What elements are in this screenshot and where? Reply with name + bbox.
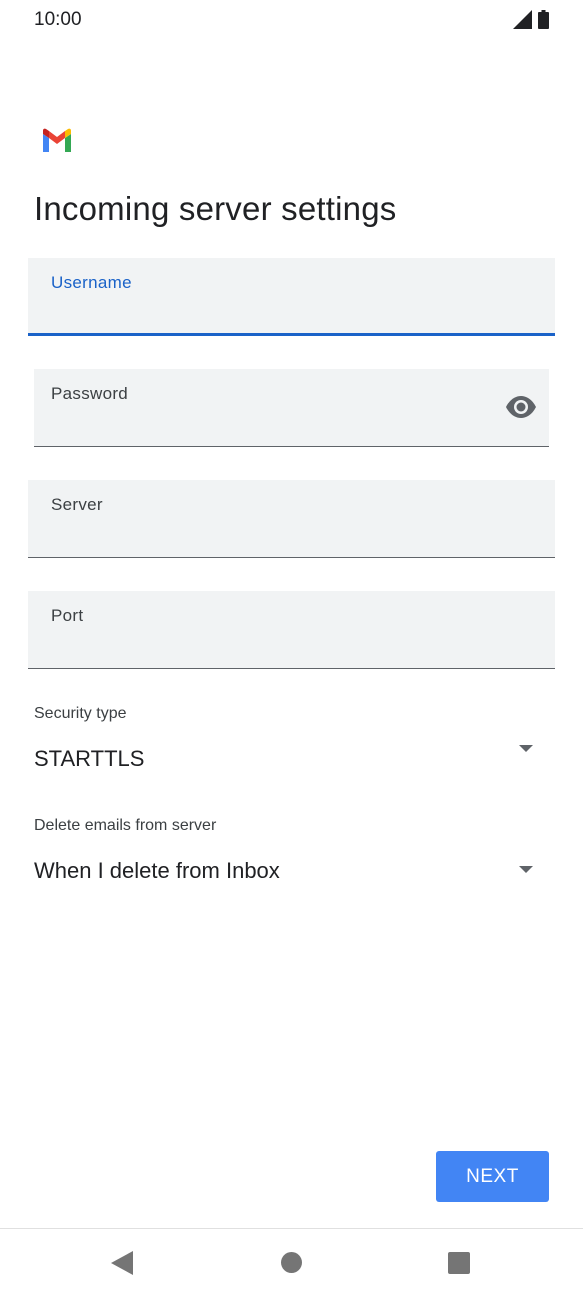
port-label: Port	[51, 606, 84, 625]
port-input[interactable]	[51, 632, 495, 660]
home-icon[interactable]	[281, 1252, 302, 1273]
dropdown-arrow-icon	[519, 866, 533, 873]
server-label: Server	[51, 495, 103, 514]
server-field[interactable]: Server	[28, 480, 555, 558]
gmail-logo	[43, 128, 71, 152]
status-bar: 10:00	[0, 0, 583, 40]
eye-icon[interactable]	[505, 395, 537, 419]
security-type-group: Security type STARTTLS	[34, 705, 546, 775]
port-field[interactable]: Port	[28, 591, 555, 669]
server-input[interactable]	[51, 521, 495, 549]
next-button[interactable]: NEXT	[436, 1151, 549, 1202]
battery-icon	[538, 10, 549, 29]
signal-icon	[513, 10, 532, 29]
password-input[interactable]	[51, 410, 489, 438]
delete-emails-select[interactable]: When I delete from Inbox	[34, 847, 546, 887]
page-title: Incoming server settings	[34, 190, 397, 227]
delete-emails-value: When I delete from Inbox	[34, 858, 280, 883]
security-type-value: STARTTLS	[34, 746, 145, 771]
username-input[interactable]	[51, 297, 495, 325]
system-nav-bar	[0, 1229, 583, 1296]
username-label: Username	[51, 273, 132, 292]
status-time: 10:00	[34, 9, 82, 30]
dropdown-arrow-icon	[519, 745, 533, 752]
status-icons	[513, 10, 549, 29]
password-label: Password	[51, 384, 129, 403]
security-type-select[interactable]: STARTTLS	[34, 735, 546, 775]
username-field[interactable]: Username	[28, 258, 555, 336]
delete-emails-group: Delete emails from server When I delete …	[34, 817, 546, 887]
back-icon[interactable]	[111, 1251, 133, 1275]
recents-icon[interactable]	[448, 1252, 470, 1274]
delete-emails-label: Delete emails from server	[34, 817, 217, 834]
password-field[interactable]: Password	[34, 369, 549, 447]
security-type-label: Security type	[34, 705, 127, 722]
